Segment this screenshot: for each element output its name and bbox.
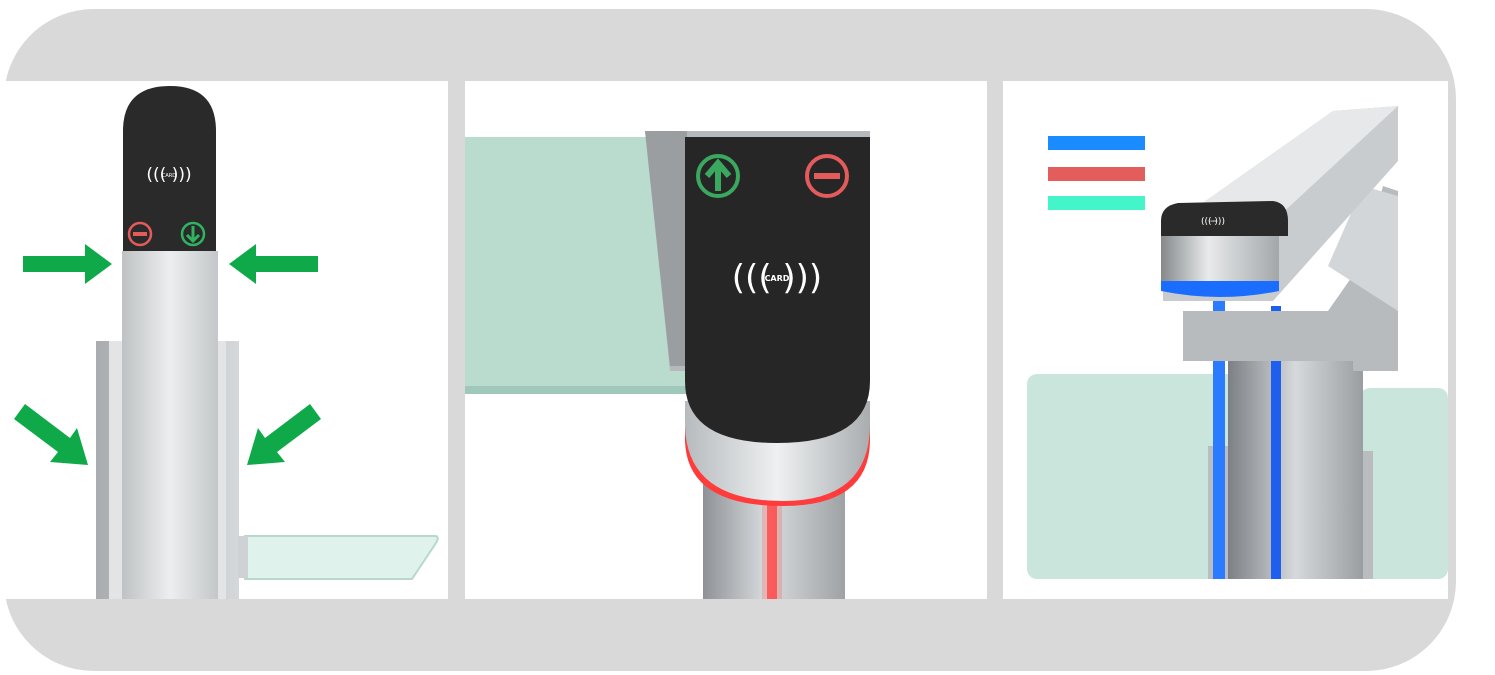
panel-closeup-view: ((( ))) CARD [465, 81, 987, 599]
svg-text:CARD: CARD [1209, 219, 1218, 223]
turnstile-front-illustration: ((( ))) CARD [14, 86, 439, 599]
svg-text:CARD: CARD [765, 274, 790, 283]
rfid-card-icon: ((( ))) CARD [146, 165, 191, 185]
panel-perspective-view: ((( ))) CARD [1003, 81, 1448, 599]
svg-text:CARD: CARD [162, 173, 176, 179]
turnstile-perspective-illustration: ((( ))) CARD [1027, 106, 1448, 579]
reader-closeup-illustration: ((( ))) CARD [465, 131, 870, 599]
center-post [122, 251, 218, 599]
panel-front-view: ((( ))) CARD [0, 81, 448, 599]
rfid-card-icon: ((( ))) CARD [732, 258, 822, 298]
main-column [1228, 331, 1363, 579]
